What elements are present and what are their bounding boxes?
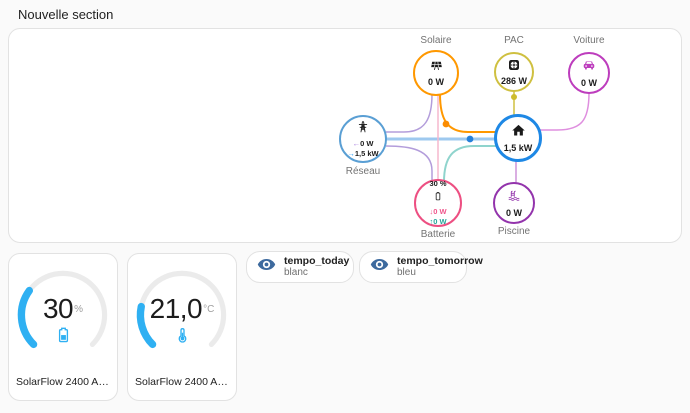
battery-discharge-row: ↑0 W [429, 217, 446, 226]
arrow-right-icon: → [347, 149, 355, 158]
line-solar-to-grid [386, 94, 432, 132]
car-node[interactable]: 0 W [568, 52, 610, 94]
line-grid-to-battery [386, 146, 432, 182]
eye-icon [370, 255, 389, 279]
heat-pump-icon [508, 58, 520, 76]
entity-name: tempo_tomorrow [397, 255, 456, 267]
gauge-card-battery-level[interactable]: 30% SolarFlow 2400 AC Nivea… [8, 253, 118, 401]
line-car-to-home [540, 93, 589, 130]
entity-state: blanc [284, 267, 343, 279]
entity-card-tempo-today[interactable]: tempo_today blanc [246, 251, 354, 283]
entity-state: bleu [397, 267, 456, 279]
flow-dot-solar [443, 121, 450, 128]
battery-soc: 30 % [429, 180, 446, 189]
battery-node[interactable]: 30 % ↓0 W ↑0 W [414, 179, 462, 227]
solar-label: Solaire [420, 35, 451, 46]
gauge-card-temperature[interactable]: 21,0°C SolarFlow 2400 AC Temp… [127, 253, 237, 401]
pac-label: PAC [504, 35, 524, 46]
arrow-left-icon: ← [353, 139, 361, 148]
home-icon [511, 123, 526, 143]
battery-charge-row: ↓0 W [429, 207, 446, 216]
circular-gauge: 21,0°C [130, 263, 234, 367]
entity-card-tempo-tomorrow[interactable]: tempo_tomorrow bleu [359, 251, 467, 283]
solar-panel-icon [430, 59, 443, 77]
line-battery-to-home [444, 146, 497, 182]
pool-label: Piscine [498, 226, 530, 237]
section-title: Nouvelle section [18, 7, 113, 22]
grid-node[interactable]: ←0 W →1,5 kW [339, 115, 387, 163]
battery-icon [433, 189, 443, 207]
pool-node[interactable]: 0 W [493, 182, 535, 224]
solar-node[interactable]: 0 W [413, 50, 459, 96]
power-flow-card: Solaire PAC Voiture Réseau Batterie Pisc… [8, 28, 682, 243]
battery-icon [55, 326, 72, 343]
pac-value: 286 W [501, 76, 527, 86]
gauge-value: 30 [43, 293, 73, 324]
home-node[interactable]: 1,5 kW [494, 114, 542, 162]
pac-node[interactable]: 286 W [494, 52, 534, 92]
gauge-unit: °C [203, 304, 214, 315]
solar-value: 0 W [428, 77, 444, 87]
gauge-value: 21,0 [150, 293, 203, 324]
circular-gauge: 30% [11, 263, 115, 367]
car-label: Voiture [573, 35, 604, 46]
battery-label: Batterie [421, 229, 455, 240]
car-icon [582, 58, 596, 77]
gauge-entity-name: SolarFlow 2400 AC Nivea… [9, 376, 117, 388]
flow-dot-pac [511, 94, 517, 100]
dashboard: Nouvelle section Solaire PAC Voiture Rés… [0, 0, 690, 413]
pool-value: 0 W [506, 208, 522, 218]
car-value: 0 W [581, 78, 597, 88]
thermometer-icon [174, 326, 191, 343]
eye-icon [257, 255, 276, 279]
transmission-tower-icon [356, 120, 370, 139]
flow-dot-grid [467, 136, 474, 143]
gauge-entity-name: SolarFlow 2400 AC Temp… [128, 376, 236, 388]
grid-label: Réseau [346, 166, 380, 177]
line-solar-to-home [440, 94, 497, 132]
pool-icon [507, 188, 521, 207]
gauge-unit: % [74, 304, 83, 315]
grid-export-row: ←0 W [353, 139, 374, 148]
home-value: 1,5 kW [504, 143, 533, 153]
grid-import-row: →1,5 kW [347, 149, 378, 158]
entity-name: tempo_today [284, 255, 343, 267]
